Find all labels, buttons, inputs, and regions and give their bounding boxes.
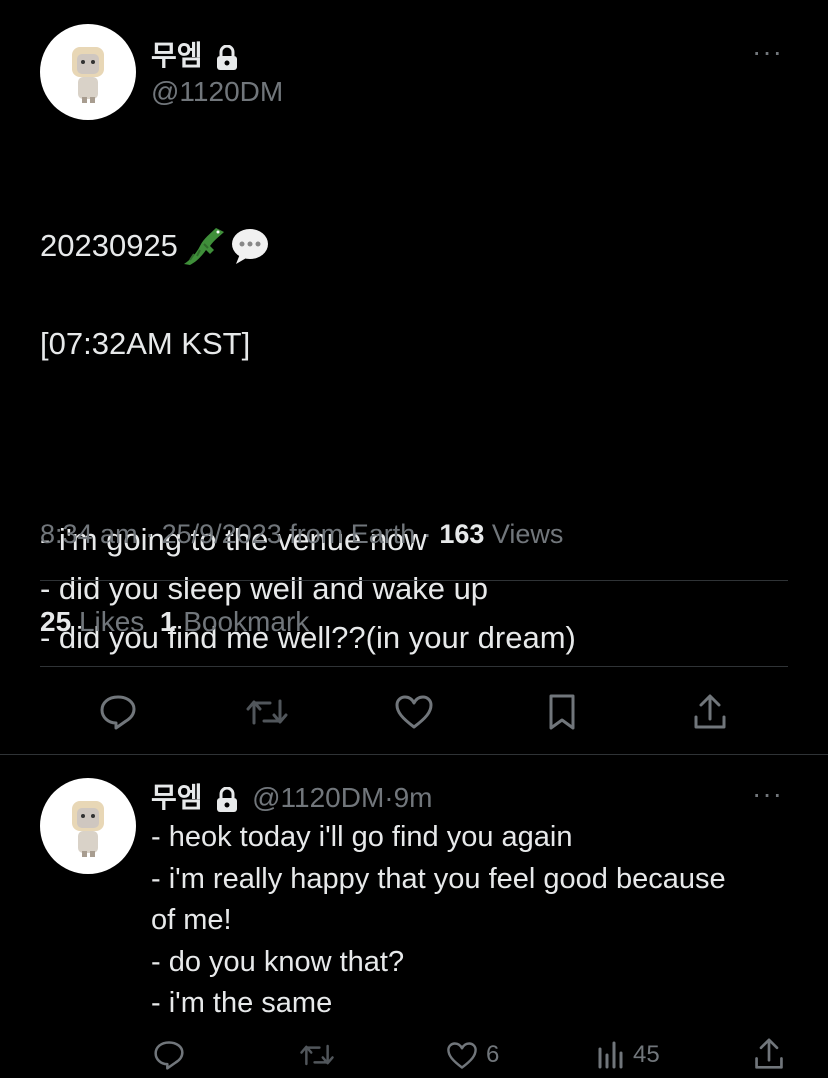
author-name[interactable]: 무엠: [151, 34, 238, 74]
views-label: Views: [491, 519, 564, 549]
reply-share-icon[interactable]: [752, 1036, 786, 1072]
share-icon[interactable]: [690, 692, 730, 732]
reply-icon[interactable]: [98, 692, 138, 732]
reply-reply-icon[interactable]: [152, 1038, 186, 1072]
reply-like-icon: [447, 1041, 477, 1069]
avatar[interactable]: [40, 24, 136, 120]
more-options-icon[interactable]: ···: [752, 36, 783, 68]
meta-separator: ·: [384, 782, 394, 813]
bookmarks-stat[interactable]: 1 Bookmark: [160, 606, 309, 637]
views-count: 163: [439, 519, 485, 549]
meta-separator: ·: [422, 519, 432, 549]
likes-stat[interactable]: 25 Likes: [40, 606, 144, 637]
bookmarks-count: 1: [159, 606, 176, 637]
crocodile-emoji: [183, 227, 224, 265]
reply-like-button[interactable]: 6: [446, 1038, 499, 1072]
author-display-name[interactable]: 무엠: [151, 40, 203, 71]
likes-count: 25: [40, 606, 72, 637]
reply-views-button[interactable]: 45: [597, 1038, 660, 1072]
tweet-date-text: 20230925: [40, 228, 178, 263]
toast-avatar-icon: [72, 47, 104, 103]
lock-icon: [217, 786, 238, 812]
lock-icon: [217, 44, 238, 70]
bookmark-icon[interactable]: [544, 692, 580, 732]
reply-author-handle[interactable]: @1120DM: [252, 782, 384, 813]
divider: [0, 754, 828, 755]
reply-more-options-icon[interactable]: ···: [752, 778, 783, 810]
tweet-time[interactable]: 8:34 am: [40, 519, 138, 549]
reply-avatar[interactable]: [40, 778, 136, 874]
speech-bubble-emoji: [231, 228, 268, 264]
reply-like-count: 6: [486, 1041, 500, 1068]
tweet-date-line: 20230925: [40, 221, 780, 270]
tweet-stats: 25 Likes 1 Bookmark: [40, 606, 309, 638]
retweet-icon[interactable]: [244, 692, 290, 732]
tweet-time-line: [07:32AM KST]: [40, 326, 251, 361]
bookmarks-label: Bookmark: [183, 606, 310, 637]
reply-age[interactable]: 9m: [394, 782, 433, 813]
author-handle[interactable]: @1120DM: [151, 76, 283, 108]
divider: [40, 666, 788, 667]
reply-author-name[interactable]: 무엠: [151, 782, 203, 813]
analytics-icon: [598, 1041, 623, 1069]
tweet-source: from Earth: [289, 519, 416, 549]
reply-views-count: 45: [633, 1041, 660, 1068]
reply-retweet-icon[interactable]: [298, 1038, 336, 1072]
like-icon[interactable]: [393, 692, 435, 732]
likes-label: Likes: [78, 606, 145, 637]
toast-avatar-icon: [72, 801, 104, 857]
meta-separator: ·: [145, 519, 155, 549]
reply-text: - heok today i'll go find you again - i'…: [151, 821, 726, 1019]
divider: [40, 580, 788, 581]
tweet-date[interactable]: 25/9/2023: [162, 519, 282, 549]
reply-header: 무엠 @1120DM·9m: [151, 776, 433, 816]
tweet-meta: 8:34 am · 25/9/2023 from Earth · 163 Vie…: [40, 519, 563, 550]
